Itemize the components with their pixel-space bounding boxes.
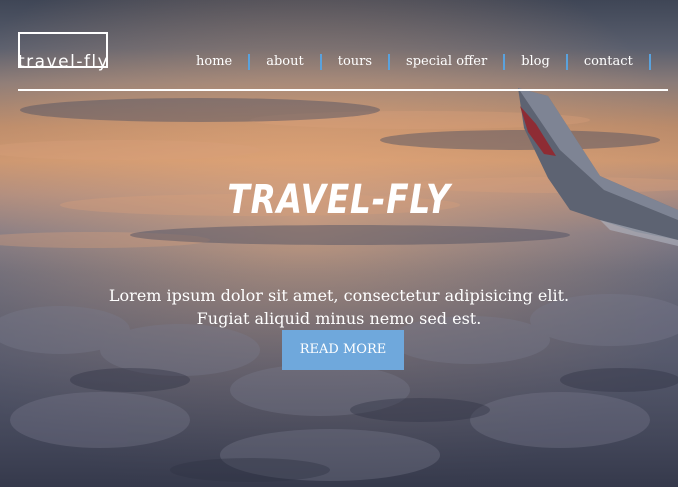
logo-text[interactable]: travel-fly bbox=[18, 52, 109, 72]
nav-item-home[interactable]: home bbox=[180, 52, 248, 72]
nav-item-tours[interactable]: tours bbox=[322, 52, 388, 72]
sky-clouds-image bbox=[0, 0, 678, 487]
nav-item-blog[interactable]: blog bbox=[505, 52, 566, 72]
hero-background: travel-fly home about tours special offe… bbox=[0, 0, 678, 487]
read-more-button[interactable]: READ MORE bbox=[282, 330, 404, 370]
hero-title: TRAVEL-FLY bbox=[227, 176, 451, 223]
nav-item-about[interactable]: about bbox=[250, 52, 320, 72]
hero-tagline: Lorem ipsum dolor sit amet, consectetur … bbox=[0, 284, 678, 330]
header-divider bbox=[18, 89, 668, 91]
main-nav: home about tours special offer blog cont… bbox=[180, 52, 651, 72]
nav-separator bbox=[648, 54, 651, 70]
tagline-line-2: Fugiat aliquid minus nemo sed est. bbox=[196, 309, 482, 328]
tagline-line-1: Lorem ipsum dolor sit amet, consectetur … bbox=[108, 286, 570, 305]
nav-item-special-offer[interactable]: special offer bbox=[390, 52, 503, 72]
nav-item-contact[interactable]: contact bbox=[568, 52, 649, 72]
